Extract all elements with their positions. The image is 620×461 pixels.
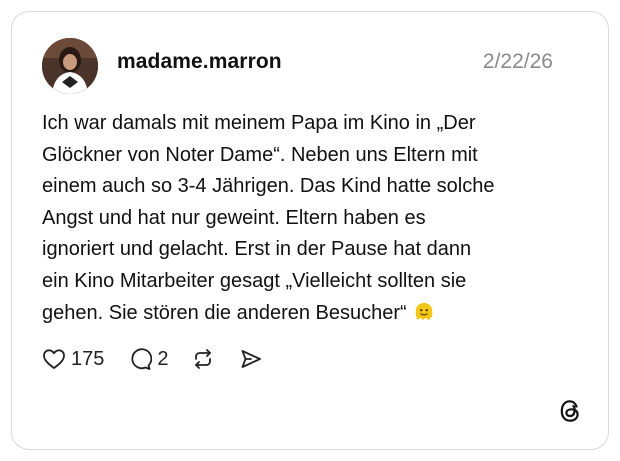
share-button[interactable] bbox=[239, 347, 263, 371]
like-button[interactable]: 175 bbox=[42, 348, 104, 371]
post-date: 2/22/26 bbox=[482, 50, 553, 73]
post-line: einem auch so 3-4 Jährigen. Das Kind hat… bbox=[42, 175, 495, 198]
post-line: gehen. Sie stören die anderen Besucher“ bbox=[42, 301, 407, 324]
threads-logo-icon bbox=[560, 400, 579, 422]
melting-face-emoji-icon bbox=[415, 302, 432, 320]
avatar[interactable] bbox=[42, 38, 98, 94]
comment-bubble-icon bbox=[131, 348, 153, 370]
post-card: madame.marron 2/22/26 Ich war damals mit… bbox=[11, 11, 609, 450]
post-line: Glöckner von Noter Dame“. Neben uns Elte… bbox=[42, 143, 478, 166]
action-bar: 175 2 bbox=[42, 344, 263, 374]
send-icon bbox=[241, 350, 261, 368]
post-line: Ich war damals mit meinem Papa im Kino i… bbox=[42, 112, 476, 134]
post-line: ein Kino Mitarbeiter gesagt „Vielleicht … bbox=[42, 269, 467, 292]
reply-count: 2 bbox=[157, 347, 169, 370]
username[interactable]: madame.marron bbox=[117, 50, 282, 74]
heart-icon bbox=[43, 349, 65, 369]
post-line: Angst und hat nur geweint. Eltern haben … bbox=[42, 206, 426, 229]
repost-icon bbox=[194, 349, 211, 369]
avatar-image bbox=[42, 38, 98, 94]
reply-button[interactable]: 2 bbox=[128, 347, 169, 371]
repost-button[interactable] bbox=[191, 347, 215, 371]
post-line: ignoriert und gelacht. Erst in der Pause… bbox=[42, 238, 472, 261]
post-line-last: gehen. Sie stören die anderen Besucher“ bbox=[42, 298, 582, 330]
like-count: 175 bbox=[71, 347, 105, 370]
post-body: Ich war damals mit meinem Papa im Kino i… bbox=[42, 108, 582, 329]
